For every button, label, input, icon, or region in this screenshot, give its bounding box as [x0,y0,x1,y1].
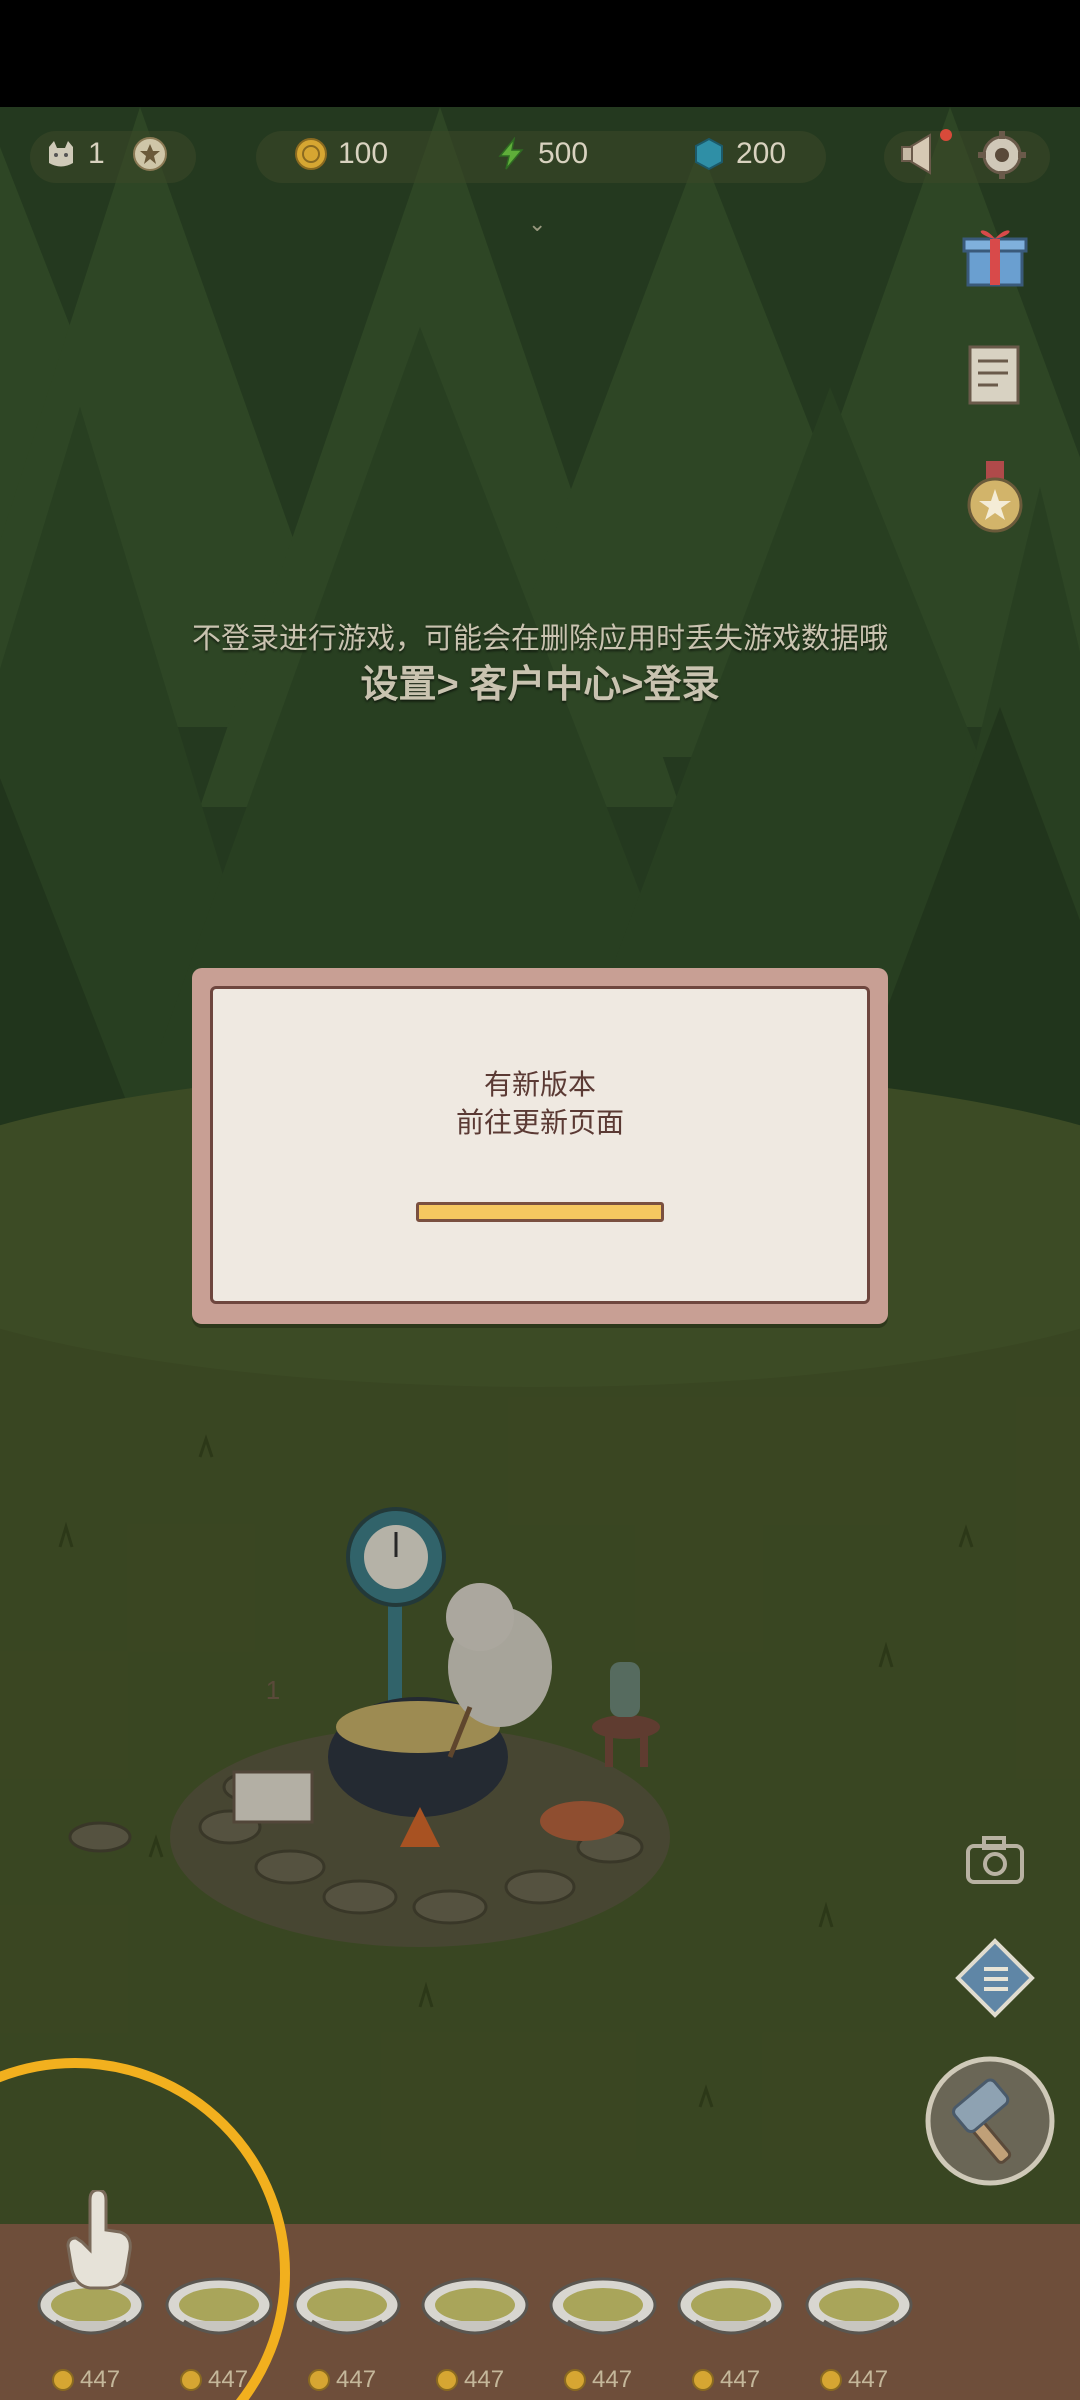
gems-value: 200 [736,137,787,170]
hud-gems[interactable]: 200 [692,137,786,171]
update-dialog-body: 有新版本 前往更新页面 [210,986,870,1304]
bowl-price: 447 [564,2366,632,2394]
bowl-price-value: 447 [848,2366,889,2393]
soup-bowl-icon[interactable] [292,2275,402,2345]
star-badge-icon[interactable] [132,137,167,171]
coin-icon [564,2369,586,2391]
coin-icon [436,2369,458,2391]
energy-value: 500 [538,137,589,170]
pot-sign: 1 [265,1675,281,1705]
bowl-price-value: 447 [464,2366,505,2393]
coin-icon [692,2369,714,2391]
game-scene[interactable]: 1 100 500 200 ⌄ 不登录进行游戏，可能会在删除应用时丢失游戏数据哦… [0,107,1080,2400]
gift-icon[interactable] [958,217,1032,291]
status-bar [0,0,1080,107]
soup-bowl-icon[interactable] [420,2275,530,2345]
pointing-hand-icon [66,2190,132,2290]
login-path-text: 设置> 客户中心>登录 [360,664,720,706]
soup-bowl-icon[interactable] [676,2275,786,2345]
update-dialog: 有新版本 前往更新页面 [192,968,888,1324]
hud-coins[interactable]: 100 [294,137,388,171]
list-icon[interactable] [954,1937,1036,2019]
bowl-price-value: 447 [592,2366,633,2393]
lightning-icon [498,137,524,170]
bowl-price: 447 [692,2366,760,2394]
cats-count: 1 [88,137,105,170]
soup-bowl-icon[interactable] [548,2275,658,2345]
bowl-price-value: 447 [720,2366,761,2393]
notes-icon[interactable] [962,343,1026,409]
hud-cats[interactable]: 1 [44,137,167,171]
update-message: 前往更新页面 [455,1107,624,1138]
login-warning-text: 不登录进行游戏，可能会在删除应用时丢失游戏数据哦 [191,623,888,655]
soup-bowl-icon[interactable] [804,2275,914,2345]
chevron-down-icon[interactable]: ⌄ [528,211,546,237]
bowl-price-value: 447 [336,2366,377,2393]
coin-icon [295,138,327,170]
bowl-price: 447 [820,2366,888,2394]
update-title: 有新版本 [483,1069,596,1100]
hammer-icon[interactable] [924,2055,1056,2187]
medal-icon[interactable] [964,461,1026,535]
update-progress-bar [416,1202,664,1222]
update-progress-fill [419,1205,661,1219]
coin-icon [308,2369,330,2391]
hud-energy[interactable]: 500 [494,137,588,171]
gear-icon[interactable] [972,125,1032,185]
cat-icon [49,141,73,167]
gem-icon [695,137,723,171]
camera-icon[interactable] [962,1832,1028,1888]
coins-value: 100 [338,137,389,170]
bowl-price: 447 [308,2366,376,2394]
bowl-price: 447 [436,2366,504,2394]
coin-icon [820,2369,842,2391]
megaphone-icon[interactable] [896,123,958,185]
